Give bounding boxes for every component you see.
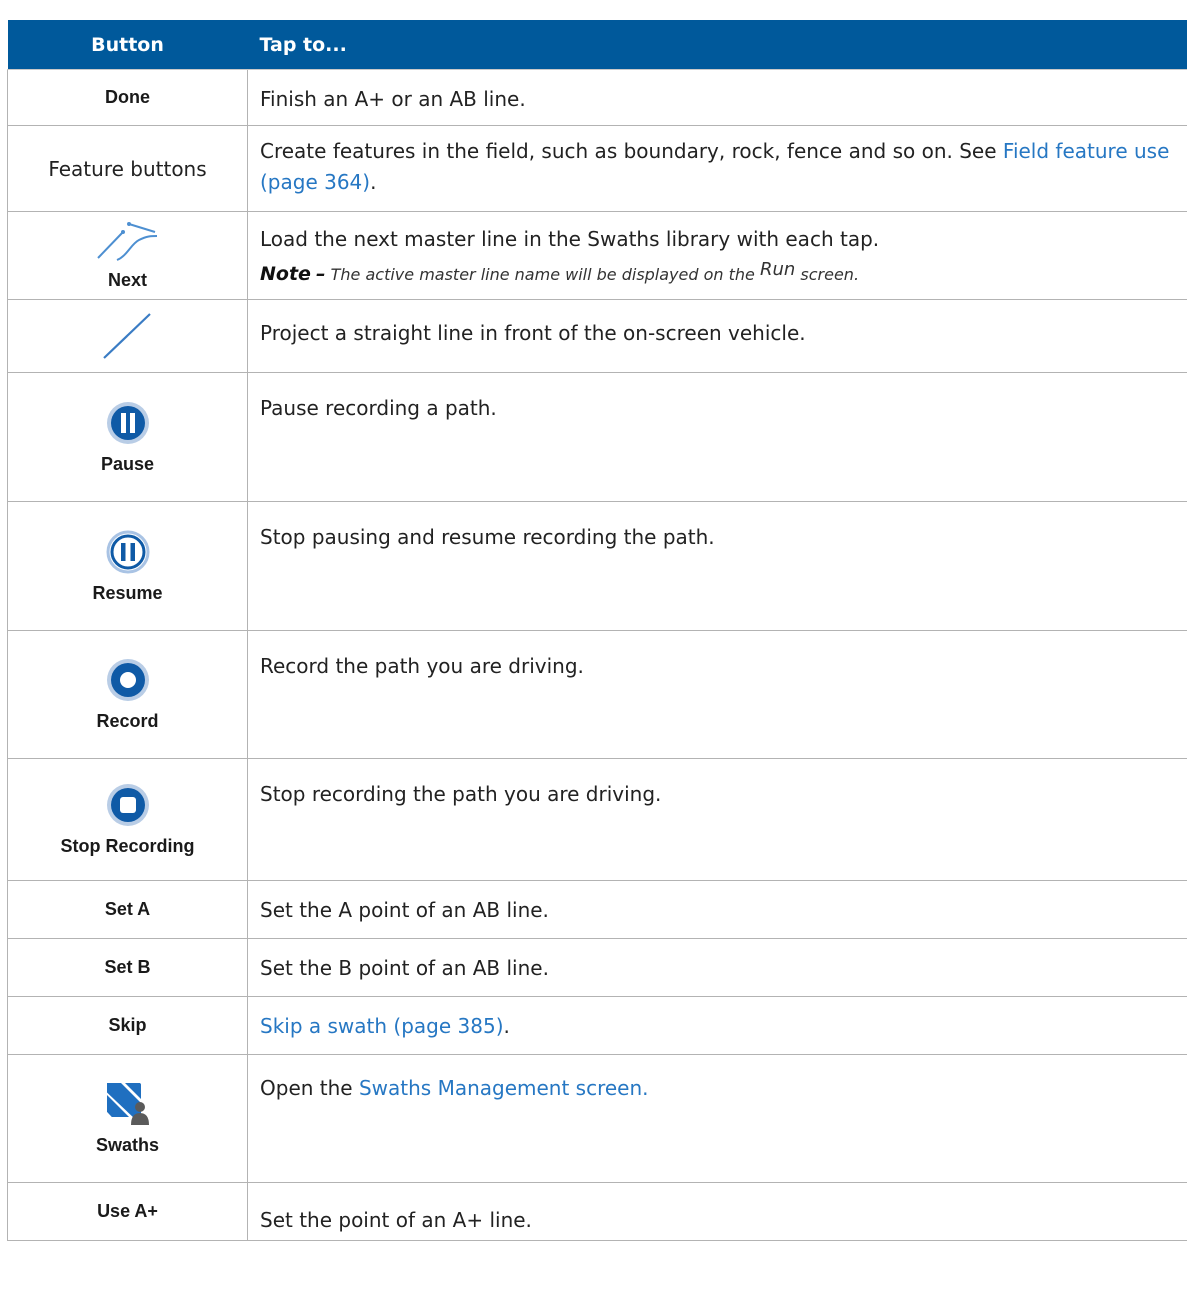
record-desc: Record the path you are driving. — [260, 654, 584, 678]
desc-cell: Set the B point of an AB line. — [247, 938, 1187, 997]
swaths-icon — [106, 1083, 149, 1125]
feature-desc-end: . — [370, 170, 377, 194]
swaths-desc: Open the — [260, 1076, 353, 1100]
skip-swath-link[interactable]: Skip a swath (page 385) — [260, 1014, 504, 1038]
set-a-desc: Set the A point of an AB line. — [260, 898, 549, 922]
done-desc: Finish an A+ or an AB line. — [260, 87, 526, 111]
set-b-label: Set B — [104, 957, 151, 977]
table-row-pause: Pause Pause recording a path. — [7, 372, 1187, 502]
desc-cell: Set the point of an A+ line. — [247, 1182, 1187, 1241]
straight-line-icon — [102, 313, 151, 359]
straight-desc: Project a straight line in front of the … — [260, 321, 806, 345]
stop-recording-icon — [106, 784, 149, 826]
next-desc: Load the next master line in the Swaths … — [260, 227, 880, 251]
desc-cell: Open the Swaths Management screen. — [247, 1054, 1187, 1183]
stop-recording-desc: Stop recording the path you are driving. — [260, 782, 662, 806]
table-row-set-b: Set B Set the B point of an AB line. — [7, 938, 1187, 997]
button-cell: Stop Recording — [7, 758, 248, 881]
button-cell: Use A+ — [7, 1182, 248, 1241]
desc-cell: Stop pausing and resume recording the pa… — [247, 501, 1187, 631]
desc-cell: Pause recording a path. — [247, 372, 1187, 502]
resume-desc: Stop pausing and resume recording the pa… — [260, 525, 715, 549]
button-cell: Done — [7, 69, 248, 126]
desc-cell: Project a straight line in front of the … — [247, 299, 1187, 373]
desc-cell: Finish an A+ or an AB line. — [247, 69, 1187, 126]
swaths-label: Swaths — [95, 1135, 160, 1155]
next-note: Note – The active master line name will … — [260, 259, 1187, 290]
button-cell: Skip — [7, 996, 248, 1055]
button-cell: Record — [7, 630, 248, 759]
table-row-straight-line: Project a straight line in front of the … — [7, 299, 1187, 373]
resume-label: Resume — [92, 582, 163, 603]
next-line-icon — [96, 222, 157, 261]
note-end: screen. — [800, 265, 860, 284]
pause-desc: Pause recording a path. — [260, 396, 497, 420]
record-icon — [106, 659, 149, 701]
done-label: Done — [105, 87, 150, 107]
table-row-next: Next Load the next master line in the Sw… — [7, 211, 1187, 300]
pause-icon — [106, 401, 149, 444]
desc-cell: Record the path you are driving. — [247, 630, 1187, 759]
table-row-use-a-plus: Use A+ Set the point of an A+ line. — [7, 1182, 1187, 1241]
pause-label: Pause — [100, 453, 155, 474]
button-cell: Pause — [7, 372, 248, 502]
button-cell — [7, 299, 248, 373]
button-cell: Set A — [7, 880, 248, 939]
table-row-feature-buttons: Feature buttons Create features in the f… — [7, 125, 1187, 212]
use-a-plus-desc: Set the point of an A+ line. — [260, 1208, 532, 1232]
desc-cell: Create features in the field, such as bo… — [247, 125, 1187, 212]
use-a-plus-label: Use A+ — [97, 1201, 158, 1221]
page: Button Tap to... Done Finish an A+ or an… — [0, 0, 1187, 1296]
table-row-done: Done Finish an A+ or an AB line. — [7, 69, 1187, 126]
note-text: The active master line name will be disp… — [330, 265, 755, 284]
note-dash: – — [316, 263, 326, 285]
table-header-row: Button Tap to... — [7, 20, 1187, 70]
table-row-resume: Resume Stop pausing and resume recording… — [7, 501, 1187, 631]
button-reference-table: Button Tap to... Done Finish an A+ or an… — [7, 20, 1187, 1241]
skip-desc-end: . — [503, 1014, 510, 1038]
table-row-record: Record Record the path you are driving. — [7, 630, 1187, 759]
set-b-desc: Set the B point of an AB line. — [260, 956, 549, 980]
table-row-skip: Skip Skip a swath (page 385). — [7, 996, 1187, 1055]
record-label: Record — [96, 711, 159, 731]
desc-cell: Set the A point of an AB line. — [247, 880, 1187, 939]
skip-label: Skip — [108, 1015, 147, 1035]
button-cell: Resume — [7, 501, 248, 631]
resume-icon — [106, 530, 149, 573]
button-cell: Set B — [7, 938, 248, 997]
next-label: Next — [107, 270, 147, 290]
note-run-screen: Run — [759, 259, 796, 280]
desc-cell: Load the next master line in the Swaths … — [247, 211, 1187, 300]
header-button: Button — [7, 20, 248, 70]
button-cell: Next — [7, 211, 248, 300]
desc-cell: Stop recording the path you are driving. — [247, 758, 1187, 881]
swaths-management-link[interactable]: Swaths Management screen. — [359, 1076, 649, 1100]
table-row-swaths: Swaths Open the Swaths Management screen… — [7, 1054, 1187, 1183]
note-label: Note — [260, 263, 311, 285]
header-tap-to: Tap to... — [247, 20, 1187, 70]
set-a-label: Set A — [104, 899, 151, 919]
desc-cell: Skip a swath (page 385). — [247, 996, 1187, 1055]
feature-desc: Create features in the field, such as bo… — [260, 139, 1003, 163]
table-row-stop-recording: Stop Recording Stop recording the path y… — [7, 758, 1187, 881]
table-row-set-a: Set A Set the A point of an AB line. — [7, 880, 1187, 939]
stop-recording-label: Stop Recording — [60, 836, 195, 856]
feature-buttons-label: Feature buttons — [48, 156, 207, 181]
button-cell: Swaths — [7, 1054, 248, 1183]
button-cell: Feature buttons — [7, 125, 248, 212]
